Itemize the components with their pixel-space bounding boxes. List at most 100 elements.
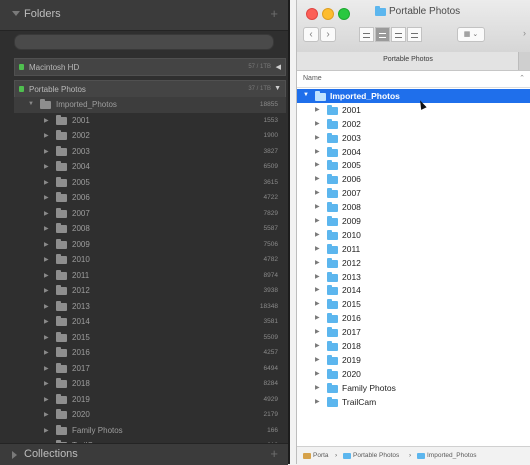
disclosure-closed-icon[interactable]: ▶ [315,342,320,349]
disclosure-closed-icon[interactable]: ▶ [315,398,320,405]
add-folder-button[interactable]: + [270,6,278,21]
folder-search-input[interactable] [14,34,274,50]
disclosure-closed-icon[interactable]: ▶ [315,106,320,113]
lr-folder-row-imported-photos[interactable]: ▼ Imported_Photos 18855 [14,97,286,113]
finder-row[interactable]: ▶ 2006 [297,172,530,186]
disclosure-closed-icon[interactable]: ▶ [44,411,49,418]
disclosure-closed-icon[interactable]: ▶ [315,120,320,127]
disclosure-closed-icon[interactable]: ▶ [44,148,49,155]
minimize-window-button[interactable] [322,8,334,20]
disclosure-closed-icon[interactable]: ▶ [315,148,320,155]
finder-row[interactable]: ▶ 2019 [297,353,530,367]
finder-row[interactable]: ▶ 2005 [297,158,530,172]
volume-expand-icon[interactable]: ▼ [274,85,281,92]
lr-folder-row[interactable]: ▶ 2003 3827 [14,144,286,160]
lr-folder-row[interactable]: ▶ 2010 4782 [14,252,286,268]
lr-folder-row[interactable]: ▶ 2007 7829 [14,206,286,222]
arrange-menu-button[interactable]: ▦ ⌄ [457,27,485,42]
disclosure-closed-icon[interactable]: ▶ [315,356,320,363]
lr-folder-row[interactable]: ▶ Family Photos 166 [14,423,286,439]
disclosure-closed-icon[interactable]: ▶ [44,380,49,387]
finder-row[interactable]: ▶ 2012 [297,256,530,270]
path-crumb-imported-photos[interactable]: Imported_Photos [427,452,477,459]
disclosure-closed-icon[interactable]: ▶ [315,286,320,293]
disclosure-closed-icon[interactable]: ▶ [44,318,49,325]
finder-row[interactable]: ▶ 2004 [297,145,530,159]
lr-folder-row[interactable]: ▶ 2001 1553 [14,113,286,129]
disclosure-closed-icon[interactable]: ▶ [44,132,49,139]
finder-row[interactable]: ▶ 2018 [297,339,530,353]
finder-row[interactable]: ▶ TrailCam [297,395,530,409]
close-window-button[interactable] [306,8,318,20]
disclosure-closed-icon[interactable]: ▶ [44,365,49,372]
disclosure-closed-icon[interactable]: ▶ [315,273,320,280]
finder-tab[interactable]: Portable Photos [297,52,530,71]
disclosure-closed-icon[interactable]: ▶ [44,427,49,434]
disclosure-closed-icon[interactable]: ▶ [44,163,49,170]
disclosure-closed-icon[interactable]: ▶ [315,328,320,335]
disclosure-closed-icon[interactable]: ▶ [44,303,49,310]
volume-portable-photos[interactable]: Portable Photos 37 / 1TB ▼ [14,80,286,98]
list-view-button[interactable] [375,27,390,42]
lr-folder-row[interactable]: ▶ 2009 7506 [14,237,286,253]
lr-folder-row[interactable]: ▶ 2011 8974 [14,268,286,284]
disclosure-closed-icon[interactable]: ▶ [315,231,320,238]
disclosure-closed-icon[interactable]: ▶ [315,161,320,168]
lr-folder-row[interactable]: ▶ 2017 6494 [14,361,286,377]
disclosure-closed-icon[interactable]: ▶ [44,349,49,356]
path-crumb-portable-photos[interactable]: Portable Photos [353,452,399,459]
disclosure-closed-icon[interactable]: ▶ [44,396,49,403]
disclosure-closed-icon[interactable]: ▶ [315,370,320,377]
new-tab-button[interactable] [518,52,530,70]
add-collection-button[interactable]: + [270,446,278,461]
back-button[interactable]: ‹ [303,27,319,42]
disclosure-open-icon[interactable]: ▼ [303,92,309,98]
disclosure-closed-icon[interactable]: ▶ [44,194,49,201]
disclosure-closed-icon[interactable]: ▶ [44,272,49,279]
lr-folder-row[interactable]: ▶ 2020 2179 [14,407,286,423]
finder-row[interactable]: ▶ 2003 [297,131,530,145]
finder-row[interactable]: ▶ 2002 [297,117,530,131]
lr-folder-row[interactable]: ▶ 2012 3938 [14,283,286,299]
lr-folder-row[interactable]: ▶ 2016 4257 [14,345,286,361]
disclosure-closed-icon[interactable]: ▶ [315,203,320,210]
lr-folder-row[interactable]: ▶ 2013 18348 [14,299,286,315]
disclosure-closed-icon[interactable]: ▶ [44,210,49,217]
lr-folder-row[interactable]: ▶ 2002 1900 [14,128,286,144]
name-column-header[interactable]: Name ⌃ [297,71,530,88]
disclosure-open-icon[interactable]: ▼ [28,101,34,107]
disclosure-closed-icon[interactable]: ▶ [44,287,49,294]
disclosure-closed-icon[interactable]: ▶ [315,300,320,307]
lr-folder-row[interactable]: ▶ 2005 3615 [14,175,286,191]
lr-folder-row[interactable]: ▶ 2018 8284 [14,376,286,392]
disclosure-closed-icon[interactable]: ▶ [315,134,320,141]
finder-row[interactable]: ▶ 2010 [297,228,530,242]
lr-folder-row[interactable]: ▶ 2004 6509 [14,159,286,175]
disclosure-closed-icon[interactable]: ▶ [315,245,320,252]
column-view-button[interactable] [391,27,406,42]
path-crumb-volume[interactable]: Porta [313,452,329,459]
lr-folder-row[interactable]: ▶ 2006 4722 [14,190,286,206]
finder-row[interactable]: ▶ 2007 [297,186,530,200]
volume-expand-icon[interactable]: ◀ [276,63,281,71]
finder-row[interactable]: ▶ 2001 [297,103,530,117]
finder-row[interactable]: ▶ 2016 [297,311,530,325]
lr-folder-row[interactable]: ▶ 2014 3581 [14,314,286,330]
expand-triangle-icon[interactable] [12,451,17,459]
toolbar-overflow-chevron-icon[interactable]: › [523,28,526,38]
lr-folder-row[interactable]: ▶ 2019 4929 [14,392,286,408]
finder-row[interactable]: ▶ 2017 [297,325,530,339]
forward-button[interactable]: › [320,27,336,42]
disclosure-closed-icon[interactable]: ▶ [315,189,320,196]
lr-folder-row[interactable]: ▶ 2008 5587 [14,221,286,237]
disclosure-closed-icon[interactable]: ▶ [44,179,49,186]
disclosure-closed-icon[interactable]: ▶ [315,217,320,224]
gallery-view-button[interactable] [407,27,422,42]
disclosure-closed-icon[interactable]: ▶ [315,175,320,182]
collections-panel-header[interactable]: Collections + [0,443,288,465]
disclosure-closed-icon[interactable]: ▶ [44,256,49,263]
disclosure-closed-icon[interactable]: ▶ [315,314,320,321]
disclosure-closed-icon[interactable]: ▶ [44,225,49,232]
finder-row[interactable]: ▶ 2009 [297,214,530,228]
disclosure-closed-icon[interactable]: ▶ [44,241,49,248]
